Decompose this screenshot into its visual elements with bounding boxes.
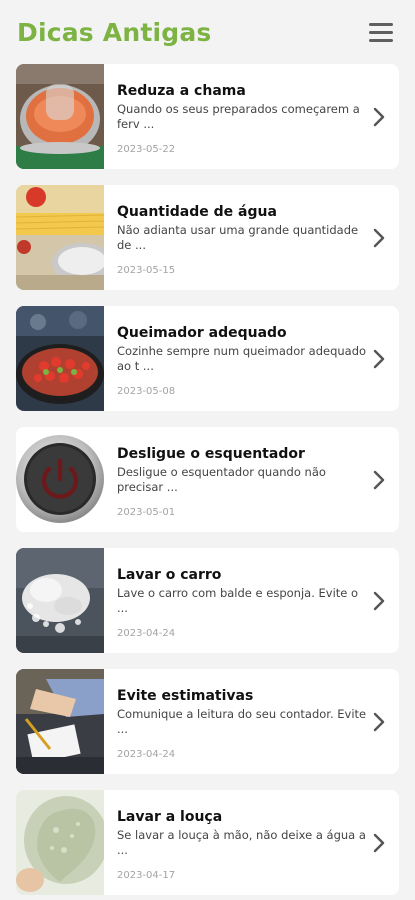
tip-date: 2023-04-17 [117, 870, 176, 881]
tip-title: Quantidade de água [117, 204, 277, 220]
tip-image [16, 64, 104, 169]
tip-image [16, 669, 104, 774]
tip-date: 2023-05-22 [117, 144, 176, 155]
chevron-right-icon[interactable] [373, 470, 385, 490]
chevron-right-icon[interactable] [373, 228, 385, 248]
tip-image [16, 548, 104, 653]
chevron-right-icon[interactable] [373, 833, 385, 853]
tip-date: 2023-05-01 [117, 507, 176, 518]
tip-title: Lavar o carro [117, 567, 222, 583]
tip-image [16, 427, 104, 532]
tip-image [16, 306, 104, 411]
list-item[interactable]: Lavar o carro Lave o carro com balde e e… [16, 548, 399, 653]
tip-date: 2023-05-08 [117, 386, 176, 397]
tip-description: Não adianta usar uma grande quantidade d… [117, 223, 359, 252]
tip-image [16, 185, 104, 290]
tip-date: 2023-05-15 [117, 265, 176, 276]
tip-description: Desligue o esquentador quando não precis… [117, 465, 326, 494]
list-item[interactable]: Desligue o esquentador Desligue o esquen… [16, 427, 399, 532]
list-item[interactable]: Queimador adequado Cozinhe sempre num qu… [16, 306, 399, 411]
tip-description: Comunique a leitura do seu contador. Evi… [117, 707, 367, 736]
list-item[interactable]: Reduza a chama Quando os seus preparados… [16, 64, 399, 169]
tip-date: 2023-04-24 [117, 628, 176, 639]
tip-date: 2023-04-24 [117, 749, 176, 760]
page-title: Dicas Antigas [17, 17, 212, 47]
tip-title: Queimador adequado [117, 325, 287, 341]
tip-description: Quando os seus preparados começarem a fe… [117, 102, 360, 131]
list-item[interactable]: Quantidade de água Não adianta usar uma … [16, 185, 399, 290]
tip-description: Cozinhe sempre num queimador adequado ao… [117, 344, 367, 373]
chevron-right-icon[interactable] [373, 107, 385, 127]
tip-title: Lavar a louça [117, 809, 223, 825]
chevron-right-icon[interactable] [373, 712, 385, 732]
tip-title: Evite estimativas [117, 688, 254, 704]
list-item[interactable]: Evite estimativas Comunique a leitura do… [16, 669, 399, 774]
tip-image [16, 790, 104, 895]
tip-title: Reduza a chama [117, 83, 246, 99]
list-item[interactable]: Lavar a louça Se lavar a louça à mão, nã… [16, 790, 399, 895]
tip-description: Se lavar a louça à mão, não deixe a água… [117, 828, 366, 857]
app-header: Dicas Antigas [0, 0, 415, 64]
hamburger-menu-icon[interactable] [369, 17, 399, 47]
chevron-right-icon[interactable] [373, 591, 385, 611]
chevron-right-icon[interactable] [373, 349, 385, 369]
tip-description: Lave o carro com balde e esponja. Evite … [117, 586, 359, 615]
tip-title: Desligue o esquentador [117, 446, 305, 462]
tips-list: Reduza a chama Quando os seus preparados… [0, 64, 415, 895]
